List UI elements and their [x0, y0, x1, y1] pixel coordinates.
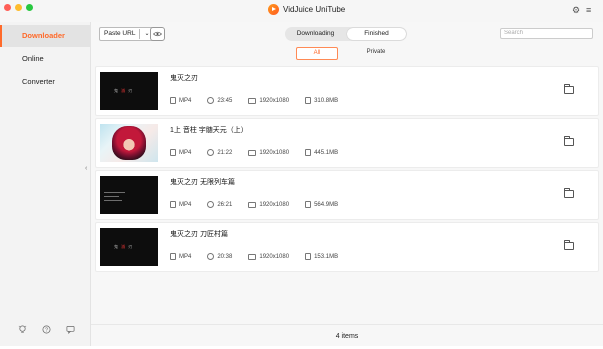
clock-icon: [207, 201, 215, 208]
filter-bar: All Private: [91, 45, 603, 61]
monitor-icon: [248, 149, 257, 156]
folder-icon[interactable]: [564, 188, 574, 198]
sidebar-item-converter[interactable]: Converter: [0, 71, 90, 93]
item-count: 4 items: [91, 324, 603, 347]
app-title: VidJuice UniTube: [268, 4, 345, 15]
video-card[interactable]: 鬼 滅 刃 鬼灭之刃 刀匠村篇 MP4 20:38 1920x1080 153.…: [95, 222, 599, 272]
video-card[interactable]: 1上 音柱 宇髄天元（上） MP4 21:22 1920x1080 445.1M…: [95, 118, 599, 168]
clock-icon: [207, 253, 215, 260]
file-icon: [170, 253, 176, 260]
divider: [139, 29, 141, 39]
paste-url-label: Paste URL: [104, 30, 136, 37]
video-duration: 23:45: [217, 97, 233, 104]
video-format: MP4: [179, 201, 192, 208]
video-resolution: 1920x1080: [259, 253, 290, 260]
document-icon: [305, 149, 312, 156]
video-duration: 26:21: [217, 201, 233, 208]
app-title-text: VidJuice UniTube: [283, 5, 346, 14]
thumbnail-caption: 鬼 滅 刃: [114, 244, 134, 249]
help-icon[interactable]: ?: [42, 325, 51, 334]
video-title: 1上 音柱 宇髄天元（上）: [170, 127, 248, 134]
video-meta: MP4 26:21 1920x1080 564.9MB: [170, 201, 354, 208]
svg-text:?: ?: [45, 327, 48, 333]
file-icon: [170, 97, 176, 104]
document-icon: [305, 97, 312, 104]
paste-url-button[interactable]: Paste URL ⌄: [99, 27, 155, 41]
video-size: 564.9MB: [314, 201, 339, 208]
video-duration: 20:38: [217, 253, 233, 260]
video-resolution: 1920x1080: [259, 149, 290, 156]
eye-icon[interactable]: [150, 27, 165, 41]
video-format: MP4: [179, 149, 192, 156]
video-thumbnail: 鬼 滅 刃: [100, 228, 158, 266]
video-resolution: 1920x1080: [259, 201, 290, 208]
video-size: 310.8MB: [314, 97, 339, 104]
video-title: 鬼灭之刃 无限列车篇: [170, 179, 235, 186]
video-meta: MP4 21:22 1920x1080 445.1MB: [170, 149, 354, 156]
video-size: 153.1MB: [314, 253, 339, 260]
close-window-button[interactable]: [4, 4, 11, 11]
zoom-window-button[interactable]: [26, 4, 33, 11]
window-controls: [4, 4, 33, 11]
video-thumbnail: [100, 124, 158, 162]
app-window: VidJuice UniTube ⚙ ≡ Downloader Online C…: [0, 0, 603, 346]
search-input[interactable]: [500, 28, 593, 39]
video-title: 鬼灭之刃 刀匠村篇: [170, 231, 228, 238]
chevron-down-icon[interactable]: ⌄: [144, 28, 149, 40]
video-thumbnail: ▬▬▬▬▬▬▬ ▬▬▬▬▬ ▬▬▬▬▬▬: [100, 176, 158, 214]
clock-icon: [207, 97, 215, 104]
video-resolution: 1920x1080: [259, 97, 290, 104]
video-format: MP4: [179, 253, 192, 260]
folder-icon[interactable]: [564, 240, 574, 250]
hamburger-menu-icon[interactable]: ≡: [586, 5, 591, 15]
download-status-tabs: Downloading Finished: [285, 27, 407, 41]
video-duration: 21:22: [217, 149, 233, 156]
sidebar-bottom-icons: ?: [18, 325, 75, 334]
document-icon: [305, 201, 312, 208]
bulb-icon[interactable]: [18, 325, 27, 334]
sidebar-collapse-icon[interactable]: ‹: [85, 165, 87, 172]
video-size: 445.1MB: [314, 149, 339, 156]
folder-icon[interactable]: [564, 84, 574, 94]
sidebar: Downloader Online Converter ?: [0, 22, 91, 346]
tab-downloading[interactable]: Downloading: [286, 28, 345, 40]
monitor-icon: [248, 201, 257, 208]
file-icon: [170, 201, 176, 208]
thumbnail-caption: 鬼 滅 刃: [114, 88, 134, 93]
document-icon: [305, 253, 312, 260]
video-card[interactable]: ▬▬▬▬▬▬▬ ▬▬▬▬▬ ▬▬▬▬▬▬ 鬼灭之刃 无限列车篇 MP4 26:21 …: [95, 170, 599, 220]
chat-icon[interactable]: [66, 325, 75, 334]
app-logo-icon: [268, 4, 279, 15]
filter-all-button[interactable]: All: [296, 47, 338, 60]
title-bar: VidJuice UniTube ⚙ ≡: [0, 0, 603, 22]
sidebar-item-downloader[interactable]: Downloader: [0, 25, 90, 47]
video-card[interactable]: 鬼 滅 刃 鬼灭之刃 MP4 23:45 1920x1080 310.8MB: [95, 66, 599, 116]
thumbnail-artwork: [112, 126, 146, 160]
video-meta: MP4 20:38 1920x1080 153.1MB: [170, 253, 354, 260]
sidebar-item-online[interactable]: Online: [0, 48, 90, 70]
monitor-icon: [248, 253, 257, 260]
filter-private-button[interactable]: Private: [361, 47, 391, 58]
video-thumbnail: 鬼 滅 刃: [100, 72, 158, 110]
minimize-window-button[interactable]: [15, 4, 22, 11]
main-panel: Paste URL ⌄ Downloading Finished All Pri…: [91, 22, 603, 346]
video-format: MP4: [179, 97, 192, 104]
gear-icon[interactable]: ⚙: [572, 5, 580, 16]
toolbar: Paste URL ⌄ Downloading Finished: [91, 22, 603, 44]
thumbnail-caption: ▬▬▬▬▬▬▬ ▬▬▬▬▬ ▬▬▬▬▬▬: [104, 190, 125, 202]
clock-icon: [207, 149, 215, 156]
folder-icon[interactable]: [564, 136, 574, 146]
file-icon: [170, 149, 176, 156]
tab-finished[interactable]: Finished: [347, 28, 406, 40]
video-meta: MP4 23:45 1920x1080 310.8MB: [170, 97, 354, 104]
video-title: 鬼灭之刃: [170, 75, 198, 82]
monitor-icon: [248, 97, 257, 104]
